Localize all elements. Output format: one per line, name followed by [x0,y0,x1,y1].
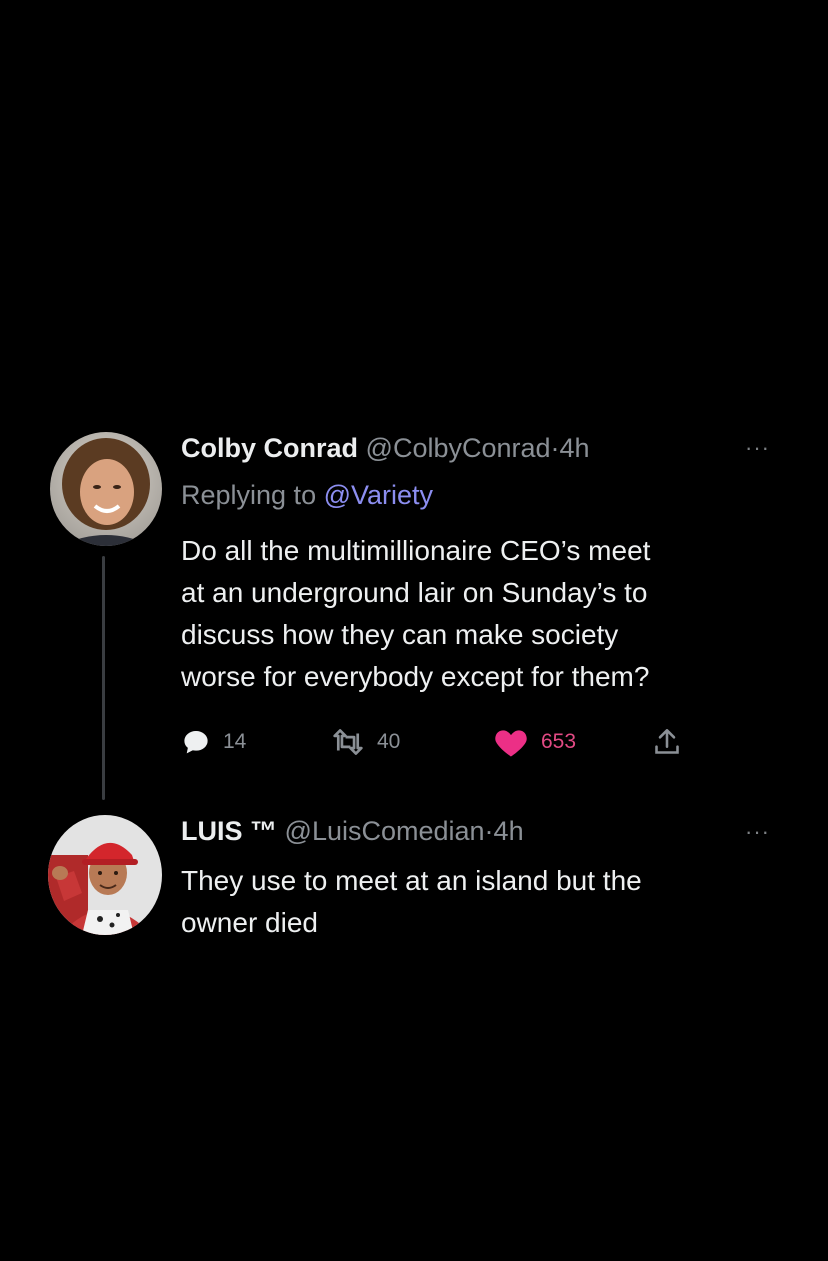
display-name[interactable]: LUIS ™ [181,816,277,846]
more-icon[interactable]: ··· [745,435,770,460]
share-button[interactable] [653,724,681,760]
like-button[interactable]: 653 [493,724,576,760]
tweet-text: They use to meet at an island but the ow… [181,860,801,944]
reply-count: 14 [223,730,247,753]
like-count: 653 [541,730,577,753]
avatar-luis[interactable] [48,815,162,935]
timestamp[interactable]: 4h [560,433,590,463]
tweet-luis[interactable]: LUIS ™ @LuisComedian·4h ··· They use to … [0,800,828,1000]
separator-dot: · [550,433,560,463]
action-bar: 14 40 653 [181,724,741,760]
replying-to: Replying to @Variety [181,478,433,512]
user-handle[interactable]: @LuisComedian [285,816,485,846]
tweet-text-line: owner died [181,907,318,938]
avatar-colby[interactable] [50,432,162,546]
heart-icon [495,730,527,757]
tweet-text-line: Do all the multimillionaire CEO’s meet [181,535,651,566]
display-name[interactable]: Colby Conrad [181,433,358,463]
retweet-icon [333,729,363,755]
share-icon [655,729,679,754]
avatar-luis-image [48,815,162,935]
more-icon-glyph: ··· [745,819,770,844]
avatar-colby-image [50,432,162,546]
tweet-text: Do all the multimillionaire CEO’s meet a… [181,530,801,698]
tweet-colby[interactable]: Colby Conrad @ColbyConrad·4h ··· Replyin… [0,0,828,800]
tweet-header: LUIS ™ @LuisComedian·4h [181,814,524,848]
tweet-text-line: worse for everybody except for them? [181,661,650,692]
tweet-text-line: discuss how they can make society [181,619,619,650]
retweet-count: 40 [377,730,401,753]
separator-dot: · [484,816,494,846]
retweet-button[interactable]: 40 [331,724,400,760]
replying-prefix: Replying to [181,480,317,510]
tweet-text-line: They use to meet at an island but the [181,865,642,896]
more-icon-glyph: ··· [745,435,770,460]
mention-link[interactable]: @Variety [324,480,433,510]
reply-icon [184,730,208,754]
timestamp[interactable]: 4h [494,816,524,846]
tweet-header: Colby Conrad @ColbyConrad·4h [181,431,590,465]
user-handle[interactable]: @ColbyConrad [366,433,551,463]
reply-button[interactable]: 14 [181,724,246,760]
thread-connector-line [102,556,105,800]
tweet-text-line: at an underground lair on Sunday’s to [181,577,648,608]
more-icon[interactable]: ··· [745,819,770,844]
